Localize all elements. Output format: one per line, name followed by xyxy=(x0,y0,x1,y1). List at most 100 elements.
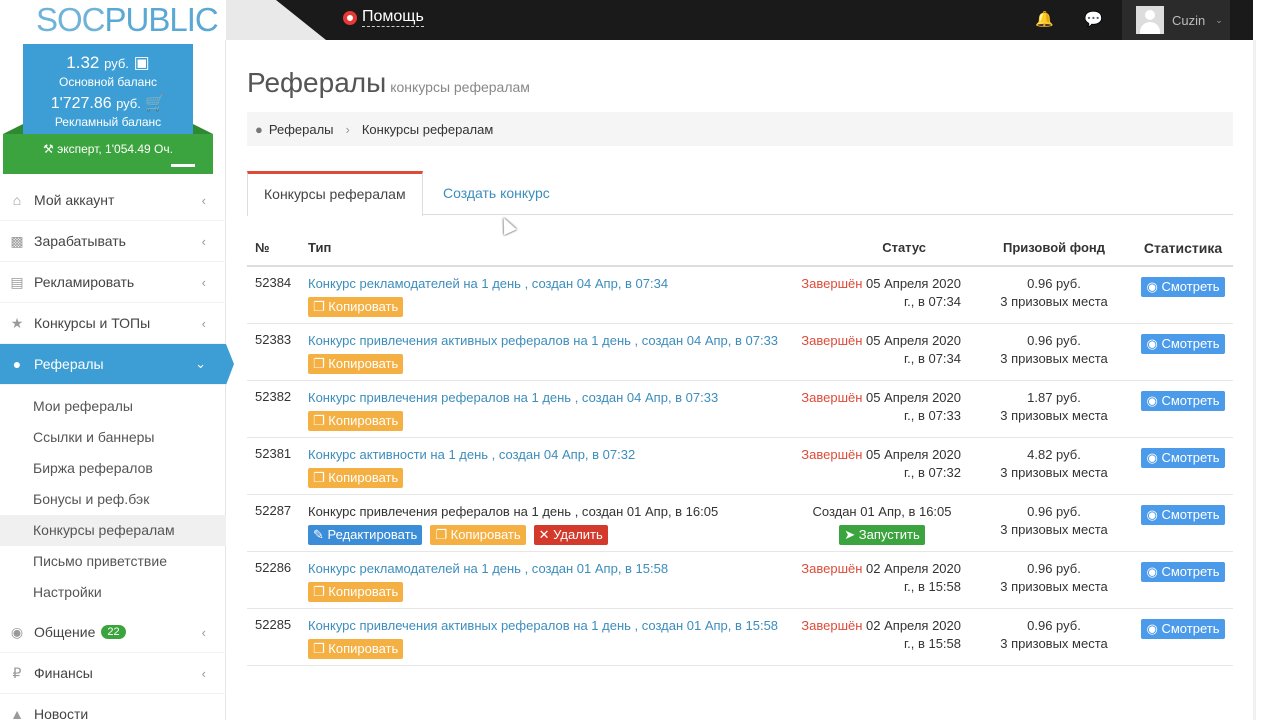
prize-fund: 0.96 руб. 3 призовых места xyxy=(1000,618,1108,651)
eye-icon: ◉ xyxy=(1146,621,1158,636)
copy-icon: ❐ xyxy=(313,356,325,371)
contest-number: 52286 xyxy=(255,560,292,575)
contest-status: Завершён 02 Апреля 2020 г., в 15:58 xyxy=(801,618,961,651)
view-stats-button[interactable]: ◉ Смотреть xyxy=(1140,562,1226,582)
referrals-submenu: Мои рефералы Ссылки и баннеры Биржа рефе… xyxy=(0,385,226,612)
balance-box: 1.32 руб. ▣ Основной баланс 1'727.86 руб… xyxy=(23,44,193,134)
contest-link[interactable]: Конкурс активности на 1 день , создан 04… xyxy=(308,446,789,464)
user-menu[interactable]: Cuzin ⌄ xyxy=(1122,0,1230,40)
contest-link[interactable]: Конкурс рекламодателей на 1 день , созда… xyxy=(308,275,789,293)
copy-button[interactable]: ❐ Копировать xyxy=(308,639,404,659)
start-button[interactable]: ➤ Запустить xyxy=(839,525,925,545)
copy-icon: ❐ xyxy=(435,527,447,542)
header-fund: Призовой фонд xyxy=(1003,239,1105,255)
briefcase-icon: ▩ xyxy=(10,232,24,249)
table-header: № Тип Статус Призовой фонд Статистика xyxy=(247,230,1233,267)
contest-number: 52381 xyxy=(255,446,292,461)
contest-link[interactable]: Конкурс рекламодателей на 1 день , созда… xyxy=(308,560,789,578)
chevron-down-icon: ⌄ xyxy=(195,356,206,371)
tab-create-contest[interactable]: Создать конкурс xyxy=(427,171,566,215)
view-stats-button[interactable]: ◉ Смотреть xyxy=(1140,334,1226,354)
sidebar-item-earn[interactable]: ▩ Зарабатывать ‹ xyxy=(0,221,226,262)
page-margin xyxy=(1253,0,1280,720)
contest-number: 52287 xyxy=(255,503,292,518)
sidebar-item-referrals[interactable]: ● Рефералы ⌄ xyxy=(0,344,234,385)
megaphone-icon: ▲ xyxy=(10,706,24,720)
submenu-referral-contests[interactable]: Конкурсы рефералам xyxy=(0,515,226,546)
submenu-referral-exchange[interactable]: Биржа рефералов xyxy=(0,453,226,484)
copy-icon: ❐ xyxy=(313,641,325,656)
pencil-icon: ✎ xyxy=(313,527,324,542)
sidebar-item-advertise[interactable]: ▤ Рекламировать ‹ xyxy=(0,262,226,303)
tab-referral-contests[interactable]: Конкурсы рефералам xyxy=(247,171,423,216)
eye-icon: ◉ xyxy=(1146,507,1158,522)
sidebar-item-contests[interactable]: ★ Конкурсы и ТОПы ‹ xyxy=(0,303,226,344)
chevron-left-icon: ‹ xyxy=(201,192,206,208)
users-icon: ● xyxy=(255,121,263,137)
main-balance-label: Основной баланс xyxy=(59,75,157,89)
comments-icon: ◉ xyxy=(10,623,24,640)
prize-fund: 0.96 руб. 3 призовых места xyxy=(1000,504,1108,537)
submenu-settings[interactable]: Настройки xyxy=(0,577,226,608)
expert-level[interactable]: ⚒ эксперт, 1'054.49 Оч. xyxy=(3,124,213,174)
paper-plane-icon: ➤ xyxy=(844,527,856,542)
view-stats-button[interactable]: ◉ Смотреть xyxy=(1140,391,1226,411)
contest-status: Создан 01 Апр, в 16:05 ➤ Запустить xyxy=(789,503,975,545)
chart-icon: ▤ xyxy=(10,273,24,290)
help-link[interactable]: Помощь xyxy=(343,8,424,27)
scrollbar[interactable] xyxy=(1253,40,1256,720)
contest-link[interactable]: Конкурс привлечения активных рефералов н… xyxy=(308,617,789,635)
chevron-left-icon: ‹ xyxy=(201,624,206,640)
tabs: Конкурсы рефералам Создать конкурс xyxy=(247,171,1233,216)
sidebar-item-finance[interactable]: ₽ Финансы ‹ xyxy=(0,653,226,694)
copy-icon: ❐ xyxy=(313,584,325,599)
sidebar-item-communication[interactable]: ◉ Общение 22 ‹ xyxy=(0,612,226,653)
sidebar-item-account[interactable]: ⌂ Мой аккаунт ‹ xyxy=(0,180,226,221)
submenu-my-referrals[interactable]: Мои рефералы xyxy=(0,391,226,422)
copy-button[interactable]: ❐ Копировать xyxy=(430,525,526,545)
contest-link[interactable]: Конкурс привлечения рефералов на 1 день … xyxy=(308,389,789,407)
edit-button[interactable]: ✎ Редактировать xyxy=(308,525,423,545)
bell-icon[interactable]: 🔔 xyxy=(1035,12,1054,28)
chevron-left-icon: ‹ xyxy=(201,665,206,681)
table-row: 52286 Конкурс рекламодателей на 1 день ,… xyxy=(247,552,1233,609)
contest-link[interactable]: Конкурс привлечения активных рефералов н… xyxy=(308,332,789,350)
submenu-welcome-letter[interactable]: Письмо приветствие xyxy=(0,546,226,577)
logo-area[interactable]: SOCPUBLIC xyxy=(0,0,226,40)
sidebar-item-news[interactable]: ▲ Новости xyxy=(0,694,226,720)
header-stats: Статистика xyxy=(1143,239,1223,256)
table-row: 52382 Конкурс привлечения рефералов на 1… xyxy=(247,381,1233,438)
ad-balance: 1'727.86 руб. 🛒 xyxy=(50,95,166,112)
gavel-icon: ⚒ xyxy=(43,142,54,156)
view-stats-button[interactable]: ◉ Смотреть xyxy=(1140,505,1226,525)
table-row: 52285 Конкурс привлечения активных рефер… xyxy=(247,609,1233,666)
prize-fund: 0.96 руб. 3 призовых места xyxy=(1000,333,1108,366)
copy-button[interactable]: ❐ Копировать xyxy=(308,582,404,602)
chat-icon[interactable]: 💬 xyxy=(1084,12,1103,28)
header-type: Тип xyxy=(308,239,332,255)
site-logo[interactable]: SOCPUBLIC xyxy=(36,1,219,39)
contests-table: № Тип Статус Призовой фонд Статистика 52… xyxy=(247,230,1233,666)
copy-button[interactable]: ❐ Копировать xyxy=(308,354,404,374)
view-stats-button[interactable]: ◉ Смотреть xyxy=(1140,277,1226,297)
submenu-links-banners[interactable]: Ссылки и баннеры xyxy=(0,422,226,453)
view-stats-button[interactable]: ◉ Смотреть xyxy=(1140,619,1226,639)
copy-button[interactable]: ❐ Копировать xyxy=(308,297,404,317)
ruble-icon: ₽ xyxy=(12,664,22,681)
sidebar-nav: ⌂ Мой аккаунт ‹ ▩ Зарабатывать ‹ ▤ Рекламиров… xyxy=(0,180,234,720)
view-stats-button[interactable]: ◉ Смотреть xyxy=(1140,448,1226,468)
copy-icon: ❐ xyxy=(313,299,325,314)
submenu-bonuses[interactable]: Бонусы и реф.бэк xyxy=(0,484,226,515)
trophy-icon: ★ xyxy=(10,314,24,331)
breadcrumb-root[interactable]: Рефералы xyxy=(269,122,334,137)
copy-button[interactable]: ❐ Копировать xyxy=(308,468,404,488)
delete-button[interactable]: ✕ Удалить xyxy=(533,525,608,545)
main-balance: 1.32 руб. ▣ xyxy=(66,53,150,72)
contest-number: 52383 xyxy=(255,332,292,347)
chevron-down-icon: ⌄ xyxy=(1215,14,1223,25)
table-row: 52381 Конкурс активности на 1 день , соз… xyxy=(247,438,1233,495)
copy-button[interactable]: ❐ Копировать xyxy=(308,411,404,431)
contest-status: Завершён 02 Апреля 2020 г., в 15:58 xyxy=(801,561,961,594)
page-subtitle: конкурсы рефералам xyxy=(390,79,530,95)
breadcrumb-current: Конкурсы рефералам xyxy=(361,121,494,137)
